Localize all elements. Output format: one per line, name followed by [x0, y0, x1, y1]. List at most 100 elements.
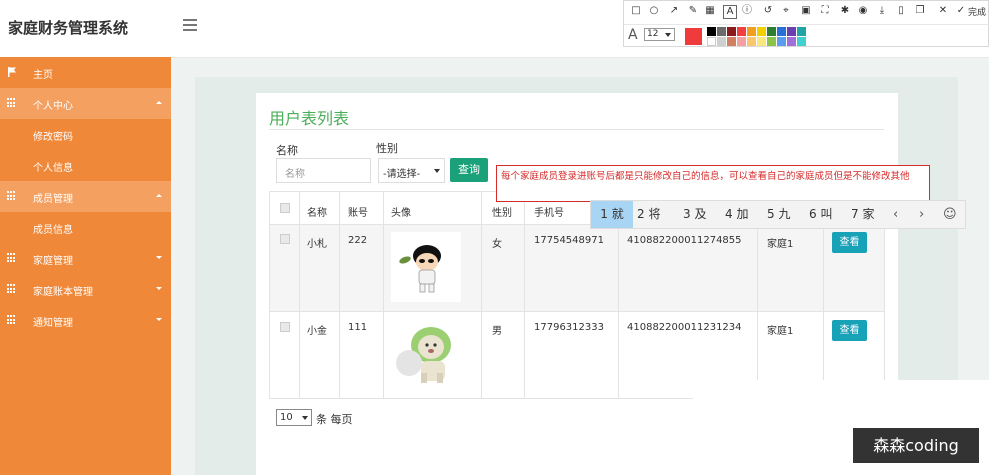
row-checkbox[interactable] [280, 322, 290, 332]
close-icon[interactable]: ✕ [937, 5, 949, 17]
phone-icon[interactable]: ▯ [895, 5, 907, 17]
arrow-tool-icon[interactable]: ↗ [668, 5, 680, 17]
watermark: 森森coding [853, 428, 979, 463]
color-swatch[interactable] [757, 27, 766, 36]
sidebar-item-label: 家庭账本管理 [33, 287, 93, 298]
divider [269, 129, 884, 130]
cell-account: 222 [348, 235, 368, 246]
pen-tool-icon[interactable]: ✎ [687, 5, 699, 17]
sidebar-item-label: 家庭管理 [33, 256, 73, 267]
sidebar: 主页 个人中心 修改密码 个人信息 成员管理 成员信息 家庭管理 家庭账本管理 … [0, 57, 171, 475]
caret-down-icon [156, 318, 162, 321]
ellipse-tool-icon[interactable]: ○ [648, 5, 660, 17]
grid-icon [7, 253, 17, 263]
emoji-icon[interactable]: ☺ [943, 201, 957, 228]
color-swatch[interactable] [717, 37, 726, 46]
toolbar-divider [624, 24, 989, 25]
font-size-value: 12 [647, 29, 659, 39]
sidebar-item-label: 个人信息 [33, 163, 73, 174]
check-icon[interactable]: ✓ [955, 5, 967, 17]
annotation-text-box[interactable]: 每个家庭成员登录进账号后都是只能修改自己的信息，可以查看自己的家庭成员但是不能修… [496, 165, 930, 202]
ime-candidate-7[interactable]: 7 家 [851, 201, 874, 228]
app-title: 家庭财务管理系统 [8, 19, 129, 37]
flag-icon [8, 67, 16, 77]
sidebar-item-member-management[interactable]: 成员管理 [0, 181, 171, 212]
rectangle-tool-icon[interactable]: □ [630, 5, 642, 17]
color-swatch[interactable] [797, 37, 806, 46]
ime-candidate-6[interactable]: 6 叫 [809, 201, 832, 228]
sidebar-item-notice-management[interactable]: 通知管理 [0, 305, 171, 336]
ime-candidate-4[interactable]: 4 加 [725, 201, 748, 228]
color-swatch[interactable] [757, 37, 766, 46]
sidebar-item-personal-info[interactable]: 个人信息 [0, 150, 171, 181]
sidebar-item-label: 成员管理 [33, 194, 73, 205]
current-color-swatch[interactable] [685, 28, 702, 45]
grid-icon [7, 315, 17, 325]
view-button[interactable]: 查看 [832, 232, 867, 253]
ime-candidate-5[interactable]: 5 九 [767, 201, 790, 228]
color-swatch[interactable] [767, 27, 776, 36]
cell-name: 小金 [307, 326, 327, 337]
color-swatch[interactable] [707, 37, 716, 46]
text-tool-icon[interactable]: A [723, 5, 737, 19]
sidebar-item-ledger-management[interactable]: 家庭账本管理 [0, 274, 171, 305]
undo-icon[interactable]: ↺ [762, 5, 774, 17]
color-swatch[interactable] [787, 37, 796, 46]
ime-prev-icon[interactable]: ‹ [893, 201, 898, 228]
cell-sex: 女 [492, 239, 502, 250]
font-size-select[interactable]: 12 [644, 28, 675, 41]
header-sex: 性别 [492, 208, 512, 219]
color-swatch[interactable] [777, 37, 786, 46]
color-swatch[interactable] [737, 27, 746, 36]
sidebar-item-label: 修改密码 [33, 132, 73, 143]
cell-family: 家庭1 [767, 239, 794, 250]
scroll-capture-icon[interactable]: ⛶ [819, 5, 831, 17]
row-checkbox[interactable] [280, 234, 290, 244]
grid-icon [7, 191, 17, 201]
color-swatch[interactable] [797, 27, 806, 36]
color-swatch[interactable] [727, 27, 736, 36]
mosaic-tool-icon[interactable]: ▦ [704, 5, 716, 17]
color-swatch[interactable] [747, 37, 756, 46]
cell-id-number: 410882200011231234 [627, 322, 742, 333]
menu-toggle-icon[interactable] [183, 19, 197, 31]
color-swatch[interactable] [767, 37, 776, 46]
done-label[interactable]: 完成 [968, 5, 986, 18]
sidebar-item-change-password[interactable]: 修改密码 [0, 119, 171, 150]
sidebar-item-label: 通知管理 [33, 318, 73, 329]
view-button[interactable]: 查看 [832, 320, 867, 341]
cell-id-number: 410882200011274855 [627, 235, 742, 246]
header-name: 名称 [307, 208, 327, 219]
color-swatch[interactable] [727, 37, 736, 46]
info-tool-icon[interactable]: ⓘ [741, 5, 753, 17]
magic-icon[interactable]: ✱ [839, 5, 851, 17]
color-swatch[interactable] [707, 27, 716, 36]
record-icon[interactable]: ◉ [857, 5, 869, 17]
ime-next-icon[interactable]: › [919, 201, 924, 228]
cell-phone: 17796312333 [534, 322, 604, 333]
download-icon[interactable]: ⤓ [876, 5, 888, 17]
cell-account: 111 [348, 322, 368, 333]
ime-candidate-3[interactable]: 3 及 [683, 201, 706, 228]
sidebar-item-family-management[interactable]: 家庭管理 [0, 243, 171, 274]
select-all-checkbox[interactable] [280, 203, 290, 213]
sex-select[interactable]: -请选择- [378, 158, 445, 183]
pin-icon[interactable]: ⌖ [780, 5, 792, 17]
color-swatch[interactable] [717, 27, 726, 36]
name-search-input[interactable]: 名称 [276, 158, 371, 183]
color-swatch[interactable] [787, 27, 796, 36]
sidebar-item-home[interactable]: 主页 [0, 57, 171, 88]
query-button[interactable]: 查询 [450, 158, 488, 182]
sidebar-item-personal-center[interactable]: 个人中心 [0, 88, 171, 119]
color-swatch[interactable] [747, 27, 756, 36]
caret-up-icon [156, 101, 162, 104]
ime-candidate-2[interactable]: 2 将 [637, 201, 660, 228]
header-avatar: 头像 [391, 208, 411, 219]
copy-icon[interactable]: ❐ [914, 5, 926, 17]
color-swatch[interactable] [777, 27, 786, 36]
ime-candidate-1[interactable]: 1 就 [591, 201, 633, 228]
page-size-select[interactable]: 10 [276, 409, 312, 426]
ocr-icon[interactable]: ▣ [800, 5, 812, 17]
color-swatch[interactable] [737, 37, 746, 46]
sidebar-item-member-info[interactable]: 成员信息 [0, 212, 171, 243]
